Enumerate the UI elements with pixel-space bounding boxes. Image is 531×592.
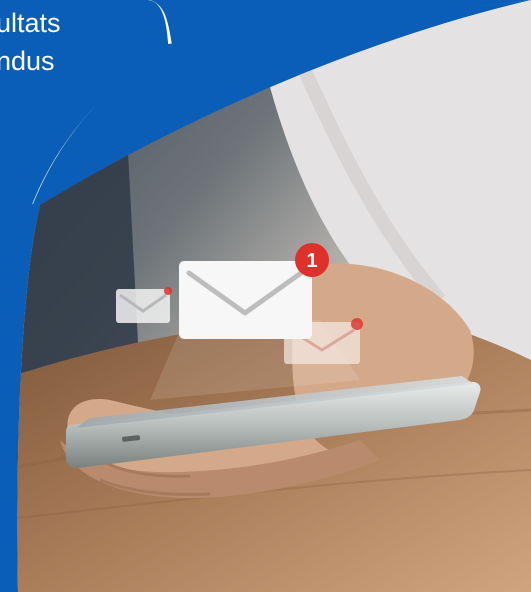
promo-banner: 1 ultats ndus bbox=[0, 0, 531, 592]
headline-line-2: ndus bbox=[0, 46, 55, 76]
badge-count: 1 bbox=[306, 250, 317, 272]
headline-line-1: ultats bbox=[0, 8, 61, 38]
banner-artwork: 1 bbox=[0, 0, 531, 592]
envelope-icon bbox=[179, 261, 312, 339]
envelope-icon bbox=[116, 287, 172, 323]
notification-badge: 1 bbox=[295, 243, 329, 277]
headline: ultats ndus bbox=[0, 4, 61, 80]
